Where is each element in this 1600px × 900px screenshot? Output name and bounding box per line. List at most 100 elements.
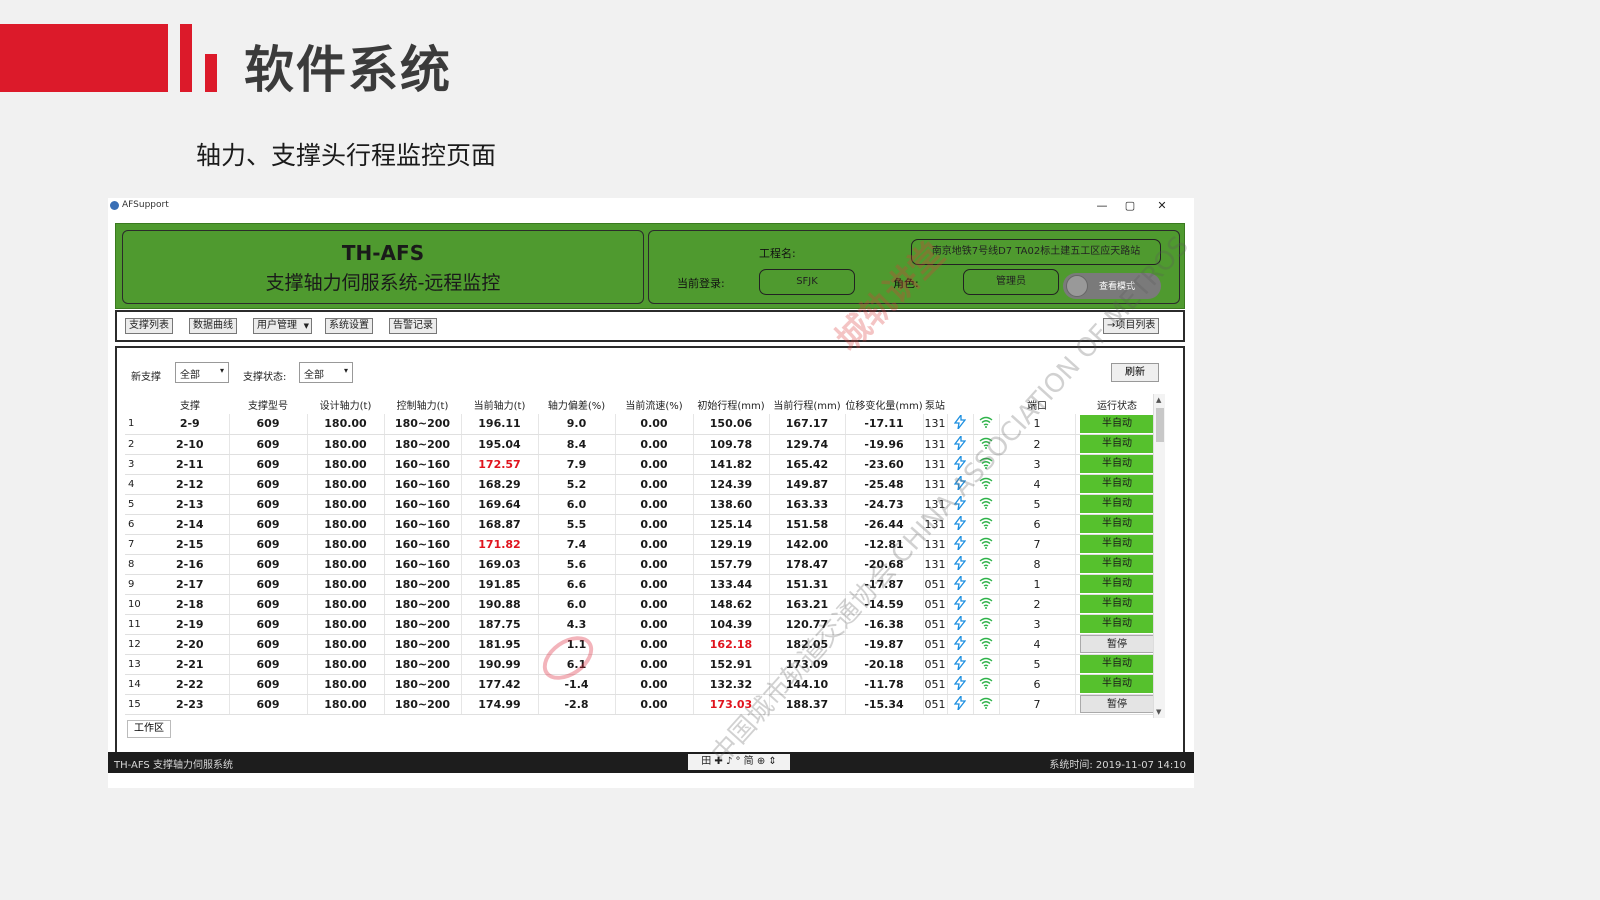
status-badge[interactable]: 半自动 xyxy=(1080,615,1154,633)
site-field[interactable]: 南京地铁7号线D7 TA02标土建五工区应天路站 xyxy=(911,239,1161,265)
table-row[interactable]: 10 2-18 609 180.00 180~200 190.88 6.0 0.00 148.6… xyxy=(125,594,1160,615)
table-row[interactable]: 8 2-16 609 180.00 160~160 169.03 5.6 0.00 157.79… xyxy=(125,554,1160,575)
alarm-log-button[interactable]: 告警记录 xyxy=(389,318,437,334)
table-cell: 半自动 xyxy=(1075,494,1160,515)
scroll-thumb[interactable] xyxy=(1156,408,1164,442)
status-badge[interactable]: 半自动 xyxy=(1080,515,1154,533)
table-row[interactable]: 3 2-11 609 180.00 160~160 172.57 7.9 0.00 141.82… xyxy=(125,454,1160,475)
column-header[interactable]: 支撑型号 xyxy=(229,394,307,414)
status-badge[interactable]: 半自动 xyxy=(1080,414,1154,433)
column-header[interactable]: 当前行程(mm) xyxy=(769,394,845,414)
refresh-button[interactable]: 刷新 xyxy=(1111,363,1159,382)
status-badge[interactable]: 半自动 xyxy=(1080,655,1154,673)
table-cell: -26.44 xyxy=(845,514,924,535)
table-row[interactable]: 15 2-23 609 180.00 180~200 174.99 -2.8 0.00 173.… xyxy=(125,694,1160,715)
user-field[interactable]: SFJK xyxy=(759,269,855,295)
column-header[interactable] xyxy=(947,394,973,414)
table-cell: 180.00 xyxy=(307,634,385,655)
table-row[interactable]: 7 2-15 609 180.00 160~160 171.82 7.4 0.00 129.19… xyxy=(125,534,1160,555)
table-row[interactable]: 12 2-20 609 180.00 180~200 181.95 1.1 0.00 162.1… xyxy=(125,634,1160,655)
ime-toolbar[interactable]: 田 ✚ ♪ ° 简 ⊕ ⇕ xyxy=(688,754,790,770)
project-list-button[interactable]: →项目列表 xyxy=(1103,318,1160,334)
minimize-button[interactable]: — xyxy=(1088,198,1116,214)
table-cell: 129.74 xyxy=(769,434,846,455)
table-cell: 180.00 xyxy=(307,454,385,475)
table-cell: 131 xyxy=(923,474,948,495)
table-cell: 172.57 xyxy=(461,454,539,475)
mode-toggle[interactable]: 查看模式 xyxy=(1063,273,1161,299)
status-filter-label: 支撑状态: xyxy=(243,372,287,383)
close-button[interactable]: ✕ xyxy=(1148,198,1176,214)
app-name: AFSupport xyxy=(122,200,169,210)
status-badge[interactable]: 半自动 xyxy=(1080,675,1154,693)
table-cell: -14.59 xyxy=(845,594,924,615)
settings-button[interactable]: 系统设置 xyxy=(325,318,373,334)
table-cell: 174.99 xyxy=(461,694,539,715)
wifi-icon xyxy=(973,594,1000,615)
role-label: 角色: xyxy=(893,277,919,290)
column-header[interactable]: 位移变化量(mm) xyxy=(845,394,923,414)
status-badge[interactable]: 半自动 xyxy=(1080,535,1154,553)
status-badge[interactable]: 暂停 xyxy=(1080,635,1154,653)
table-row[interactable]: 11 2-19 609 180.00 180~200 187.75 4.3 0.00 104.3… xyxy=(125,614,1160,635)
table-row[interactable]: 14 2-22 609 180.00 180~200 177.42 -1.4 0.00 132.… xyxy=(125,674,1160,695)
column-header[interactable]: 控制轴力(t) xyxy=(384,394,461,414)
maximize-button[interactable]: ▢ xyxy=(1116,198,1144,214)
status-badge[interactable]: 半自动 xyxy=(1080,575,1154,593)
scroll-down-icon[interactable]: ▼ xyxy=(1156,708,1161,716)
support-list-button[interactable]: 支撑列表 xyxy=(125,318,173,334)
scroll-up-icon[interactable]: ▲ xyxy=(1156,396,1161,404)
status-badge[interactable]: 半自动 xyxy=(1080,435,1154,453)
table-cell: 178.47 xyxy=(769,554,846,575)
vertical-scrollbar[interactable]: ▲ ▼ xyxy=(1153,394,1165,718)
column-header[interactable]: 设计轴力(t) xyxy=(307,394,384,414)
table-row[interactable]: 6 2-14 609 180.00 160~160 168.87 5.5 0.00 125.14… xyxy=(125,514,1160,535)
table-row[interactable]: 13 2-21 609 180.00 180~200 190.99 6.1 0.00 152.9… xyxy=(125,654,1160,675)
column-header[interactable]: 当前轴力(t) xyxy=(461,394,538,414)
table-row[interactable]: 1 2-9 609 180.00 180~200 196.11 9.0 0.00 150.06 1… xyxy=(125,414,1160,435)
status-filter-select[interactable]: 全部 ▾ xyxy=(299,362,353,383)
table-cell: 2-15 xyxy=(151,534,230,555)
column-header[interactable]: 初始行程(mm) xyxy=(693,394,769,414)
group-filter-select[interactable]: 全部 ▾ xyxy=(175,362,229,383)
table-cell: 160~160 xyxy=(384,514,462,535)
table-cell: -17.11 xyxy=(845,414,924,435)
user-manage-label: 用户管理 xyxy=(257,320,297,331)
status-badge[interactable]: 暂停 xyxy=(1080,695,1154,713)
column-header[interactable] xyxy=(125,394,151,414)
power-icon xyxy=(947,414,974,435)
table-cell: 160~160 xyxy=(384,554,462,575)
table-cell: 162.18 xyxy=(693,634,770,655)
table-cell: 131 xyxy=(923,534,948,555)
column-header[interactable]: 当前流速(%) xyxy=(615,394,693,414)
column-header[interactable]: 泵站 xyxy=(923,394,947,414)
column-header[interactable]: 运行状态 xyxy=(1075,394,1159,414)
status-badge[interactable]: 半自动 xyxy=(1080,455,1154,473)
table-cell: 120.77 xyxy=(769,614,846,635)
column-header[interactable]: 支撑 xyxy=(151,394,229,414)
table-cell: 10 xyxy=(125,594,151,615)
status-badge[interactable]: 半自动 xyxy=(1080,495,1154,513)
user-manage-button[interactable]: 用户管理 ▼ xyxy=(253,318,312,334)
table-cell: 1.1 xyxy=(538,634,616,655)
data-curve-button[interactable]: 数据曲线 xyxy=(189,318,237,334)
power-icon xyxy=(947,694,974,715)
table-row[interactable]: 9 2-17 609 180.00 180~200 191.85 6.6 0.00 133.44… xyxy=(125,574,1160,595)
column-header[interactable]: 端口 xyxy=(999,394,1075,414)
status-badge[interactable]: 半自动 xyxy=(1080,475,1154,493)
column-header[interactable] xyxy=(973,394,999,414)
system-time: 系统时间: 2019-11-07 14:10 xyxy=(1049,760,1186,771)
table-cell: 173.03 xyxy=(693,694,770,715)
status-badge[interactable]: 半自动 xyxy=(1080,555,1154,573)
role-field[interactable]: 管理员 xyxy=(963,269,1059,295)
status-badge[interactable]: 半自动 xyxy=(1080,595,1154,613)
table-cell: 104.39 xyxy=(693,614,770,635)
wifi-icon xyxy=(973,654,1000,675)
column-header[interactable]: 轴力偏差(%) xyxy=(538,394,615,414)
table-row[interactable]: 2 2-10 609 180.00 180~200 195.04 8.4 0.00 109.78… xyxy=(125,434,1160,455)
table-row[interactable]: 4 2-12 609 180.00 160~160 168.29 5.2 0.00 124.39… xyxy=(125,474,1160,495)
table-row[interactable]: 5 2-13 609 180.00 160~160 169.64 6.0 0.00 138.60… xyxy=(125,494,1160,515)
accent-bar xyxy=(0,24,168,92)
table-cell: 138.60 xyxy=(693,494,770,515)
tab-workspace[interactable]: 工作区 xyxy=(127,720,171,738)
